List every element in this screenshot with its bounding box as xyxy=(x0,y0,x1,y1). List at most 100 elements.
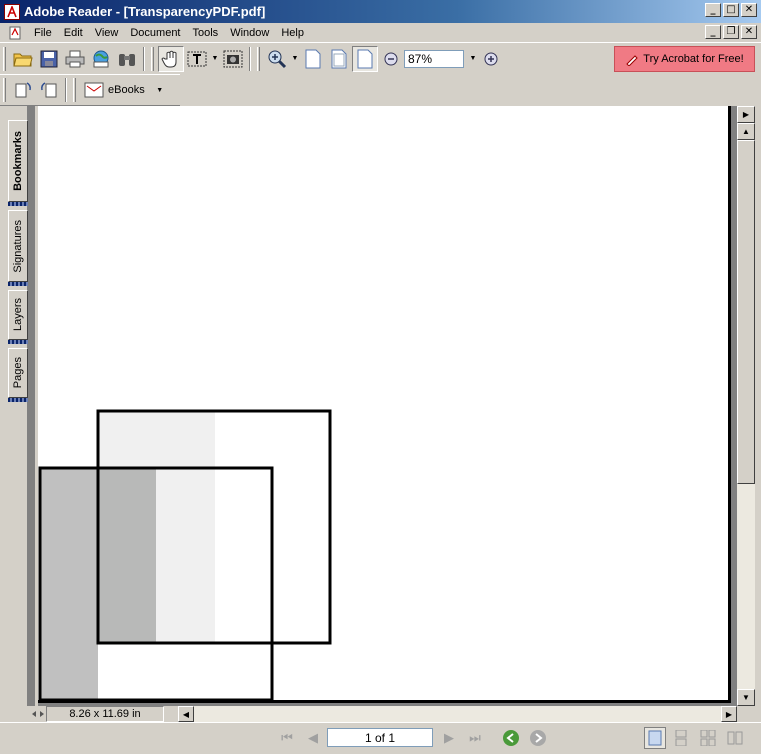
single-page-button[interactable] xyxy=(644,727,666,749)
select-text-button[interactable] xyxy=(184,46,210,72)
previous-page-button[interactable]: ◀ xyxy=(302,727,324,749)
page-number-field[interactable]: 1 of 1 xyxy=(327,728,433,747)
rotate-page-icon xyxy=(15,82,31,98)
dark-gray-fill xyxy=(40,468,98,700)
scroll-left-button[interactable]: ◀ xyxy=(178,706,194,722)
ebooks-dropdown[interactable]: ▼ xyxy=(155,77,165,103)
tab-signatures[interactable]: Signatures xyxy=(8,210,28,282)
menu-tools[interactable]: Tools xyxy=(187,27,225,39)
menu-document[interactable]: Document xyxy=(124,27,186,39)
zoom-in-tool-button[interactable] xyxy=(264,46,290,72)
zoom-dropdown[interactable]: ▼ xyxy=(468,46,478,72)
toolbar-grip[interactable] xyxy=(73,78,76,102)
print-button[interactable] xyxy=(62,46,88,72)
rotate-clockwise-button[interactable] xyxy=(10,77,36,103)
menu-file[interactable]: File xyxy=(28,27,58,39)
document-icon xyxy=(9,26,21,39)
horizontal-bar: 8.26 x 11.69 in ◀ ▶ xyxy=(30,706,737,722)
zoom-out-button[interactable] xyxy=(378,46,404,72)
continuous-icon xyxy=(675,730,687,746)
snapshot-button[interactable] xyxy=(220,46,246,72)
navigation-pane: Bookmarks Signatures Layers Pages xyxy=(0,106,38,706)
tab-pages[interactable]: Pages xyxy=(8,348,28,398)
fit-width-button[interactable] xyxy=(352,45,378,72)
toolbar-grip[interactable] xyxy=(3,78,6,102)
toolbar-grip[interactable] xyxy=(257,46,260,71)
scroll-down-button[interactable]: ▼ xyxy=(737,689,755,706)
menu-edit[interactable]: Edit xyxy=(58,27,89,39)
facing-icon xyxy=(727,731,743,745)
select-text-dropdown[interactable]: ▼ xyxy=(210,46,220,72)
zoom-input[interactable] xyxy=(404,49,464,68)
split-view-arrow-icon[interactable]: ▶ xyxy=(737,106,755,123)
hand-icon xyxy=(161,50,177,67)
back-arrow-icon xyxy=(503,730,519,746)
tab-separator xyxy=(8,202,28,206)
doc-restore-button[interactable]: ❐ xyxy=(723,25,739,39)
document-view[interactable] xyxy=(38,106,737,706)
go-back-button[interactable] xyxy=(500,727,522,749)
doc-minimize-button[interactable]: _ xyxy=(705,25,721,39)
toolbar-grip[interactable] xyxy=(3,46,6,71)
scroll-up-button[interactable]: ▲ xyxy=(737,123,755,140)
title-bar: Adobe Reader - [TransparencyPDF.pdf] _ □… xyxy=(0,0,761,23)
menu-help[interactable]: Help xyxy=(275,27,310,39)
menu-window[interactable]: Window xyxy=(224,27,275,39)
maximize-button[interactable]: □ xyxy=(723,3,739,17)
zoom-tool-dropdown[interactable]: ▼ xyxy=(290,46,300,72)
toolbar-separator xyxy=(143,46,145,71)
ebooks-icon xyxy=(84,82,104,98)
vertical-scrollbar[interactable]: ▶ ▲ ▼ xyxy=(737,106,755,706)
scroll-thumb[interactable] xyxy=(737,140,755,484)
doc-close-button[interactable]: ✕ xyxy=(741,25,757,39)
light-gray-fill-lower xyxy=(156,468,215,643)
save-disk-icon xyxy=(40,50,58,67)
camera-icon xyxy=(223,50,243,67)
fit-width-icon xyxy=(357,49,373,68)
rotate-page-back-icon xyxy=(41,82,57,98)
toolbar-grip[interactable] xyxy=(151,46,154,71)
overlap-gray-fill xyxy=(98,468,156,643)
ebooks-button[interactable]: eBooks xyxy=(80,81,149,99)
main-toolbar: ▼ ▼ ▼ Try Acrobat for Free! xyxy=(0,42,761,74)
save-button[interactable] xyxy=(36,46,62,72)
tab-bookmarks[interactable]: Bookmarks xyxy=(8,120,28,202)
continuous-facing-button[interactable] xyxy=(697,727,719,749)
navigation-pane-strip xyxy=(27,106,35,706)
menu-view[interactable]: View xyxy=(89,27,125,39)
facing-button[interactable] xyxy=(724,727,746,749)
search-button[interactable] xyxy=(114,46,140,72)
text-select-icon xyxy=(187,51,207,66)
zoom-in-button[interactable] xyxy=(478,46,504,72)
open-button[interactable] xyxy=(10,46,36,72)
printer-icon xyxy=(65,50,85,67)
first-page-button[interactable]: ⏮ xyxy=(276,727,298,749)
minimize-button[interactable]: _ xyxy=(705,3,721,17)
tab-bookmarks-label: Bookmarks xyxy=(12,131,24,191)
actual-size-button[interactable] xyxy=(300,46,326,72)
binoculars-icon xyxy=(119,53,135,66)
horizontal-scrollbar[interactable]: ◀ ▶ xyxy=(178,706,737,722)
rotate-counterclockwise-button[interactable] xyxy=(36,77,62,103)
tab-separator xyxy=(8,282,28,286)
toolbar-separator xyxy=(65,78,67,102)
page-content xyxy=(38,409,332,702)
acrobat-pen-icon xyxy=(626,55,638,66)
email-button[interactable] xyxy=(88,46,114,72)
next-page-button[interactable]: ▶ xyxy=(438,727,460,749)
last-page-button[interactable]: ⏭ xyxy=(464,727,486,749)
hand-tool-button[interactable] xyxy=(158,45,184,72)
magnifier-plus-icon xyxy=(268,50,287,68)
tab-pages-label: Pages xyxy=(12,357,24,389)
forward-arrow-icon xyxy=(530,730,546,746)
resize-arrows-icon[interactable] xyxy=(30,707,46,721)
minus-circle-icon xyxy=(384,52,398,65)
try-acrobat-button[interactable]: Try Acrobat for Free! xyxy=(614,46,755,72)
scroll-right-button[interactable]: ▶ xyxy=(721,706,737,722)
fit-page-button[interactable] xyxy=(326,46,352,72)
tab-layers[interactable]: Layers xyxy=(8,290,28,340)
continuous-button[interactable] xyxy=(670,727,692,749)
go-forward-button[interactable] xyxy=(527,727,549,749)
close-button[interactable]: ✕ xyxy=(741,3,757,17)
secondary-toolbar: eBooks ▼ xyxy=(0,74,180,106)
